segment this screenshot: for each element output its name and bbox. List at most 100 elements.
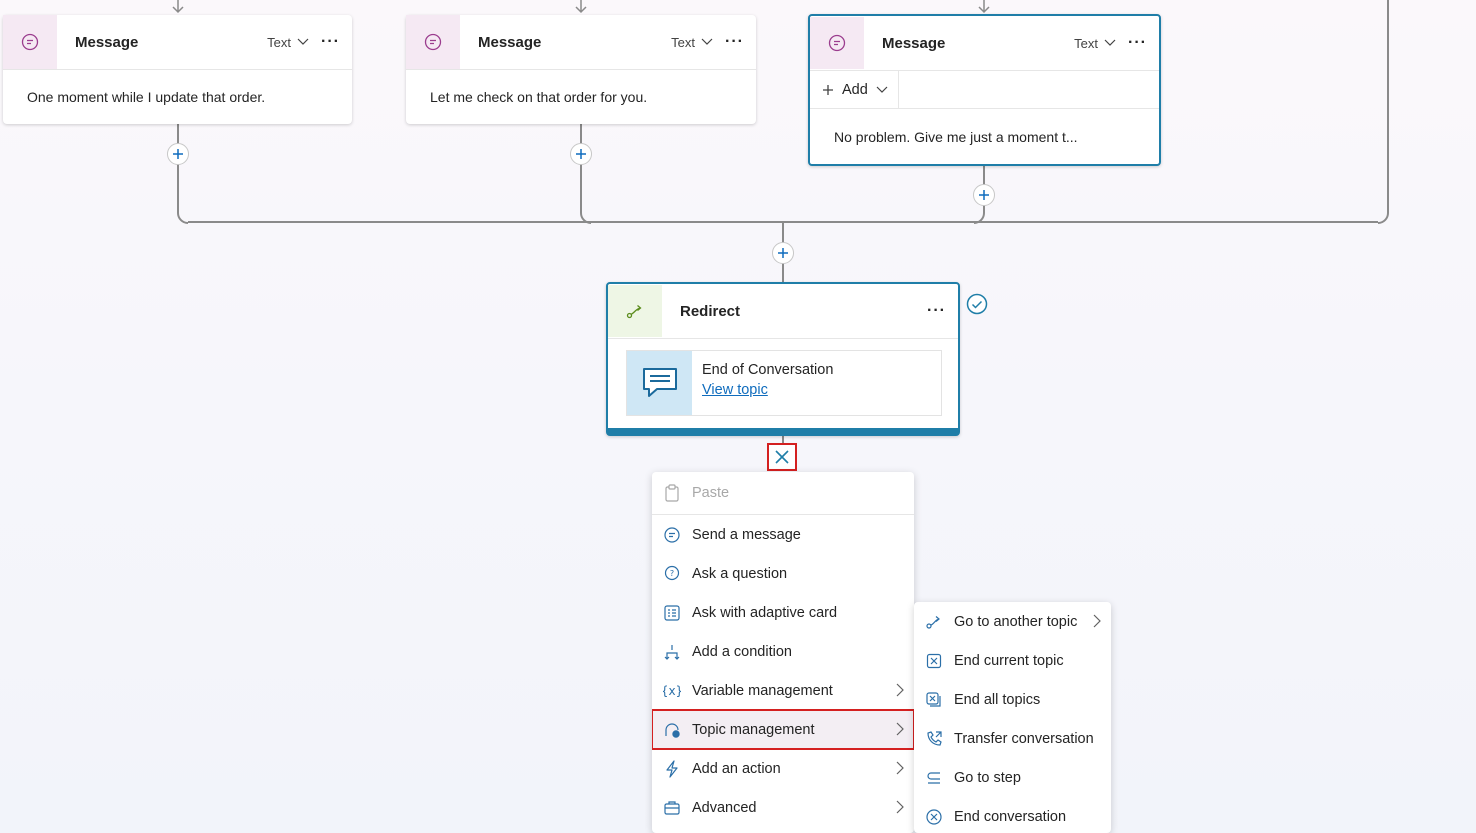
menu-item-paste[interactable]: Paste [652,472,914,515]
add-variation-button[interactable]: Add [810,71,899,108]
add-node-button[interactable] [772,242,794,264]
submenu-item-end-current-topic[interactable]: End current topic [914,641,1111,680]
redirect-icon [924,612,944,632]
chevron-right-icon [896,683,904,697]
menu-item-topic-management[interactable]: Topic management [652,709,914,750]
message-type-label: Text [1074,35,1099,51]
chat-icon [406,15,460,69]
chevron-right-icon [896,800,904,814]
close-icon [775,450,789,464]
transfer-call-icon [924,729,944,749]
redirect-node-header: Redirect ··· [608,284,958,339]
submenu-item-label: End current topic [954,652,1064,669]
message-node[interactable]: Message Text ··· Let me check on that or… [406,15,756,124]
menu-item-variable-management[interactable]: {x} Variable management [652,671,914,710]
menu-item-ask-question[interactable]: ? Ask a question [652,554,914,593]
menu-item-add-condition[interactable]: Add a condition [652,632,914,671]
topic-name: End of Conversation [702,362,834,378]
chevron-down-icon [297,38,309,45]
end-topic-icon [924,651,944,671]
connector-line [177,124,179,212]
menu-item-label: Advanced [692,799,757,816]
adaptive-card-icon [662,603,682,623]
chat-icon [3,15,57,69]
message-type-dropdown[interactable]: Text [671,35,713,50]
down-arrow-icon [978,0,990,14]
menu-item-adaptive-card[interactable]: Ask with adaptive card [652,593,914,632]
add-label: Add [842,81,868,98]
connector-line [580,124,582,212]
submenu-item-go-to-topic[interactable]: Go to another topic [914,602,1111,641]
submenu-item-label: Go to another topic [954,613,1078,630]
add-node-button[interactable] [570,143,592,165]
chevron-down-icon [701,38,713,45]
lightning-icon [662,759,682,779]
connector-corner [1377,205,1389,224]
plus-icon [979,190,989,200]
menu-item-label: Topic management [692,721,815,738]
variable-icon: {x} [662,681,682,701]
message-type-label: Text [671,34,696,50]
menu-item-label: Ask with adaptive card [692,604,838,621]
chat-icon [662,525,682,545]
add-node-menu: Paste Send a message ? Ask a question As… [652,472,914,833]
submenu-item-transfer-conversation[interactable]: Transfer conversation [914,719,1111,758]
svg-text:{x}: {x} [663,684,681,698]
message-node-title: Message [478,33,542,51]
topic-settings-icon [662,720,682,740]
menu-item-label: Paste [692,485,730,501]
submenu-item-go-to-step[interactable]: Go to step [914,758,1111,797]
connector-line [1387,0,1389,211]
message-type-label: Text [267,34,292,50]
close-menu-button[interactable] [767,443,797,471]
menu-item-label: Send a message [692,526,801,543]
redirect-node[interactable]: Redirect ··· End of Conversation View to… [606,282,960,436]
plus-icon [173,149,183,159]
topic-management-submenu: Go to another topic End current topic En… [914,602,1111,833]
chevron-right-icon [896,761,904,775]
view-topic-link[interactable]: View topic [702,382,768,398]
plus-icon [778,248,788,258]
menu-item-label: Ask a question [692,565,788,582]
plus-icon [823,84,833,95]
add-node-button[interactable] [167,143,189,165]
redirect-icon [608,285,662,337]
message-node[interactable]: Message Text ··· One moment while I upda… [3,15,352,124]
submenu-item-end-all-topics[interactable]: End all topics [914,680,1111,719]
message-type-dropdown[interactable]: Text [1074,36,1116,51]
submenu-item-label: End conversation [954,808,1067,825]
message-text[interactable]: One moment while I update that order. [3,70,352,124]
down-arrow-icon [172,0,184,14]
chevron-right-icon [896,722,904,736]
chevron-right-icon [1093,614,1101,628]
message-node-header: Message Text ··· [3,15,352,70]
menu-item-send-message[interactable]: Send a message [652,515,914,554]
message-node-header: Message Text ··· [406,15,756,70]
message-text[interactable]: Let me check on that order for you. [406,70,756,124]
chevron-down-icon [1104,39,1116,46]
message-node-title: Message [882,34,946,52]
menu-item-add-action[interactable]: Add an action [652,749,914,788]
question-bubble-icon: ? [662,564,682,584]
message-node-selected[interactable]: Message Text ··· Add No problem. Give me… [808,14,1161,166]
more-options-button[interactable]: ··· [725,33,744,51]
menu-item-advanced[interactable]: Advanced [652,788,914,827]
message-text[interactable]: No problem. Give me just a moment t... [810,109,1159,164]
message-type-dropdown[interactable]: Text [267,35,309,50]
message-node-title: Message [75,33,139,51]
redirect-node-title: Redirect [680,302,741,320]
more-options-button[interactable]: ··· [1128,34,1147,52]
submenu-item-label: End all topics [954,691,1041,708]
svg-text:?: ? [670,569,674,578]
chat-icon [810,17,864,69]
submenu-item-end-conversation[interactable]: End conversation [914,797,1111,833]
more-options-button[interactable]: ··· [927,302,946,320]
message-node-header: Message Text ··· [810,16,1159,71]
down-arrow-icon [575,0,587,14]
topic-reference: End of Conversation View topic [626,350,942,416]
add-node-button[interactable] [973,184,995,206]
check-circle-icon [966,293,988,315]
more-options-button[interactable]: ··· [321,33,340,51]
go-to-step-icon [924,768,944,788]
branch-icon [662,642,682,662]
